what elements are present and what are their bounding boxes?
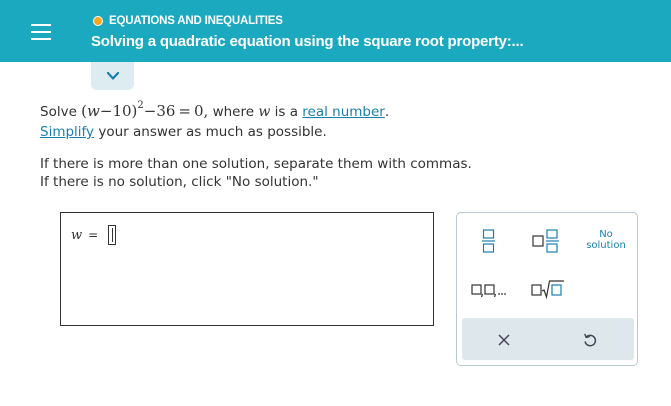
topic-status-dot <box>93 16 103 26</box>
topic-label: EQUATIONS AND INEQUALITIES <box>93 13 283 29</box>
radical-key-icon[interactable] <box>529 275 567 303</box>
instruction-no-solution: If there is no solution, click "No solut… <box>40 174 319 190</box>
problem-statement: Solve (w−10)2−36 = 0, where w is a real … <box>40 96 640 191</box>
chevron-down-icon <box>106 71 119 80</box>
math-keypad: No solution <box>456 212 638 366</box>
real-number-link[interactable]: real number <box>302 103 385 121</box>
instruction-multiple-solutions: If there is more than one solution, sepa… <box>40 156 472 172</box>
undo-icon[interactable] <box>578 329 602 351</box>
no-solution-button[interactable]: No solution <box>583 229 629 251</box>
clear-x-icon[interactable] <box>492 329 516 351</box>
comma-list-key-icon[interactable] <box>469 275 509 303</box>
topic-text: EQUATIONS AND INEQUALITIES <box>109 15 283 27</box>
mixed-number-key-icon[interactable] <box>529 225 563 257</box>
simplify-link[interactable]: Simplify <box>40 124 94 140</box>
equation: (w−10)2−36 = 0, <box>81 100 209 120</box>
answer-input-area[interactable]: w = <box>60 212 434 326</box>
solve-word: Solve <box>40 104 77 120</box>
fraction-key-icon[interactable] <box>475 225 503 257</box>
where-variable: w <box>258 104 271 120</box>
keypad-action-bar <box>462 318 634 360</box>
top-header-bar: EQUATIONS AND INEQUALITIES Solving a qua… <box>0 0 671 62</box>
expand-details-button[interactable] <box>91 62 134 90</box>
answer-variable: w <box>71 227 83 243</box>
answer-row: w = <box>71 225 117 245</box>
page-title: Solving a quadratic equation using the s… <box>91 33 524 50</box>
equals-sign: = <box>88 228 99 242</box>
answer-input-field[interactable] <box>108 225 117 245</box>
simplify-rest-text: your answer as much as possible. <box>94 124 327 140</box>
hamburger-menu-icon[interactable] <box>22 14 60 50</box>
